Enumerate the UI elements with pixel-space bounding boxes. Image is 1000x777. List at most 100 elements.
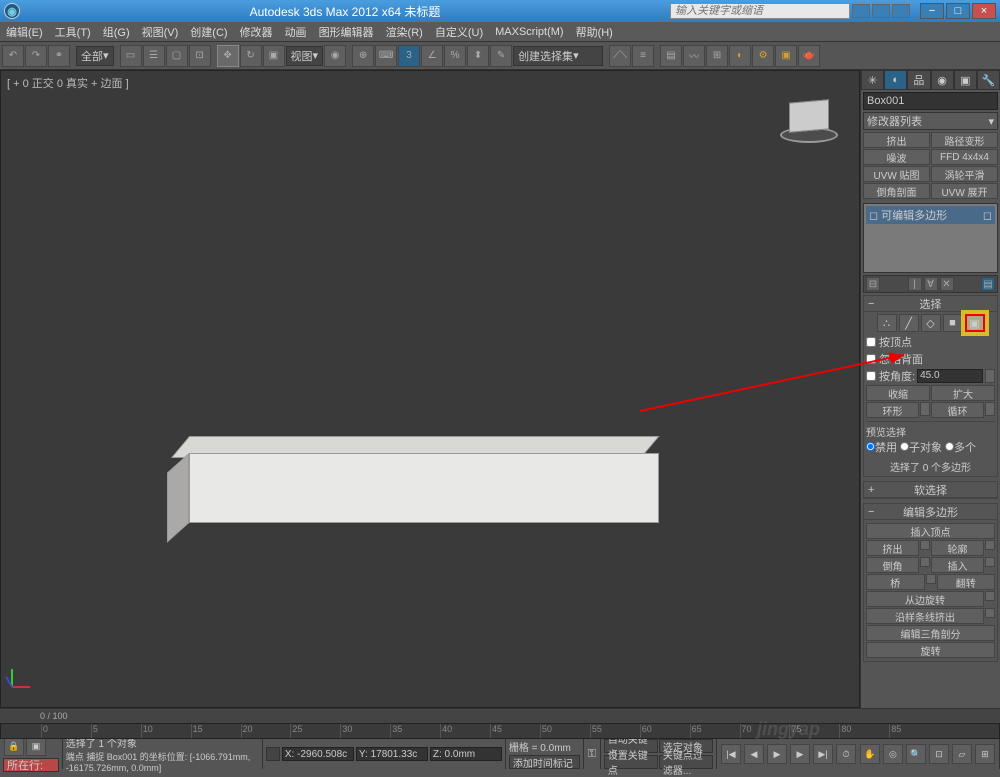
mod-uvwmap[interactable]: UVW 贴图 <box>863 166 930 182</box>
time-config-button[interactable]: ⏱ <box>836 744 856 764</box>
subobj-element-button[interactable]: ▣ <box>965 314 985 332</box>
hinge-settings-button[interactable] <box>985 591 995 601</box>
viewcube-gizmo[interactable] <box>779 91 839 151</box>
menu-help[interactable]: 帮助(H) <box>570 22 619 41</box>
panel-tab-display[interactable]: ▣ <box>954 70 977 90</box>
arc-rotate-button[interactable]: ◎ <box>883 744 903 764</box>
z-coord-input[interactable]: Z: 0.0mm <box>430 747 502 761</box>
link-button[interactable]: ⚭ <box>48 45 70 67</box>
lock-selection-button[interactable]: 🔒 <box>4 736 24 756</box>
pin-stack-button[interactable]: ⊟ <box>866 277 880 291</box>
max-viewport-button[interactable]: ⊞ <box>975 744 995 764</box>
window-restore-button[interactable]: □ <box>946 3 970 19</box>
bridge-button[interactable]: 桥 <box>866 574 925 590</box>
bevel-button[interactable]: 倒角 <box>866 557 919 573</box>
render-button[interactable]: 🫖 <box>798 45 820 67</box>
goto-start-button[interactable]: |◀ <box>721 744 741 764</box>
prev-frame-button[interactable]: ◀ <box>744 744 764 764</box>
panel-tab-hierarchy[interactable]: 品 <box>907 70 930 90</box>
menu-edit[interactable]: 编辑(E) <box>0 22 49 41</box>
extrude-settings-button[interactable] <box>920 540 930 550</box>
bevel-settings-button[interactable] <box>920 557 930 567</box>
align-button[interactable]: ≡ <box>632 45 654 67</box>
extrude-spline-button[interactable]: 沿样条线挤出 <box>866 608 984 624</box>
percent-snap-button[interactable]: % <box>444 45 466 67</box>
menu-views[interactable]: 视图(V) <box>136 22 185 41</box>
menu-grapheditors[interactable]: 图形编辑器 <box>313 22 380 41</box>
panel-tab-modify[interactable]: ◐ <box>884 70 907 90</box>
menu-maxscript[interactable]: MAXScript(M) <box>489 22 569 41</box>
flip-button[interactable]: 翻转 <box>937 574 996 590</box>
key-icon[interactable]: ⚿ <box>588 748 596 761</box>
select-move-button[interactable]: ✥ <box>217 45 239 67</box>
mod-turbosmooth[interactable]: 涡轮平滑 <box>931 166 998 182</box>
mod-ffd[interactable]: FFD 4x4x4 <box>931 149 998 165</box>
preview-multi-radio[interactable]: 多个 <box>945 439 976 455</box>
select-rotate-button[interactable]: ↻ <box>240 45 262 67</box>
by-angle-checkbox[interactable]: 按角度: <box>866 368 915 384</box>
ring-spinner[interactable] <box>920 402 930 416</box>
menu-create[interactable]: 创建(C) <box>184 22 233 41</box>
mirror-button[interactable]: ⟋⟍ <box>609 45 631 67</box>
make-unique-button[interactable]: ∀ <box>924 277 938 291</box>
angle-snap-button[interactable]: ∠ <box>421 45 443 67</box>
edit-named-sel-button[interactable]: ✎ <box>490 45 512 67</box>
selection-filter-dropdown[interactable]: 全部 ▾ <box>76 46 114 66</box>
curve-editor-button[interactable]: 〰 <box>683 45 705 67</box>
angle-spinner[interactable] <box>985 369 995 383</box>
mod-extrude[interactable]: 挤出 <box>863 132 930 148</box>
extrude-spline-settings-button[interactable] <box>985 608 995 618</box>
object-name-field[interactable]: Box001 <box>863 92 998 110</box>
panel-tab-utilities[interactable]: 🔧 <box>977 70 1000 90</box>
subobj-border-button[interactable]: ◇ <box>921 314 941 332</box>
outline-button[interactable]: 轮廓 <box>931 540 984 556</box>
search-go-button[interactable] <box>852 4 870 18</box>
isolate-button[interactable]: ▣ <box>26 736 46 756</box>
window-crossing-button[interactable]: ⊡ <box>189 45 211 67</box>
mod-pathdeform[interactable]: 路径变形 <box>931 132 998 148</box>
fov-button[interactable]: ▱ <box>952 744 972 764</box>
show-end-button[interactable]: | <box>908 277 922 291</box>
rollout-selection-header[interactable]: −选择 <box>864 296 997 312</box>
undo-button[interactable]: ↶ <box>2 45 24 67</box>
edit-tri-button[interactable]: 编辑三角剖分 <box>866 625 995 641</box>
help-search-input[interactable] <box>670 3 850 19</box>
ref-coord-dropdown[interactable]: 视图 ▾ <box>286 46 324 66</box>
retriangulate-button[interactable]: 旋转 <box>866 642 995 658</box>
outline-settings-button[interactable] <box>985 540 995 550</box>
window-minimize-button[interactable]: − <box>920 3 944 19</box>
viewport-label[interactable]: [ + 0 正交 0 真实 + 边面 ] <box>7 75 129 91</box>
subobj-vertex-button[interactable]: ∴ <box>877 314 897 332</box>
modifier-list-dropdown[interactable]: 修改器列表▾ <box>863 112 998 130</box>
zoom-button[interactable]: 🔍 <box>906 744 926 764</box>
select-by-name-button[interactable]: ☰ <box>143 45 165 67</box>
schematic-view-button[interactable]: ⊞ <box>706 45 728 67</box>
mod-bevelprofile[interactable]: 倒角剖面 <box>863 183 930 199</box>
material-editor-button[interactable]: ◐ <box>729 45 751 67</box>
mod-unwrap[interactable]: UVW 展开 <box>931 183 998 199</box>
rollout-softsel-header[interactable]: +软选择 <box>864 482 997 498</box>
by-vertex-checkbox[interactable]: 按顶点 <box>866 334 995 350</box>
panel-tab-create[interactable]: ✳ <box>861 70 884 90</box>
insert-vertex-button[interactable]: 插入顶点 <box>866 523 995 539</box>
angle-value-input[interactable]: 45.0 <box>917 369 983 383</box>
modifier-stack[interactable]: ◻可编辑多边形◻ <box>863 203 998 273</box>
hinge-button[interactable]: 从边旋转 <box>866 591 984 607</box>
preview-off-radio[interactable]: 禁用 <box>866 439 897 455</box>
key-filters-button[interactable]: 关键点过滤器... <box>659 755 713 769</box>
select-object-button[interactable]: ▭ <box>120 45 142 67</box>
x-coord-input[interactable]: X: -2960.508c <box>282 747 354 761</box>
y-coord-input[interactable]: Y: 17801.33c <box>356 747 428 761</box>
pan-view-button[interactable]: ✋ <box>860 744 880 764</box>
named-selection-dropdown[interactable]: 创建选择集 ▾ <box>513 46 603 66</box>
viewport-perspective[interactable]: [ + 0 正交 0 真实 + 边面 ] <box>0 70 860 708</box>
rollout-editpoly-header[interactable]: −编辑多边形 <box>864 504 997 520</box>
add-time-tag-button[interactable]: 添加时间标记 <box>509 755 580 769</box>
preview-subobj-radio[interactable]: 子对象 <box>900 439 942 455</box>
remove-mod-button[interactable]: ✕ <box>940 277 954 291</box>
ring-button[interactable]: 环形 <box>866 402 919 418</box>
menu-modifiers[interactable]: 修改器 <box>234 22 279 41</box>
extrude-button[interactable]: 挤出 <box>866 540 919 556</box>
comm-center-icon[interactable] <box>872 4 890 18</box>
inset-button[interactable]: 插入 <box>931 557 984 573</box>
